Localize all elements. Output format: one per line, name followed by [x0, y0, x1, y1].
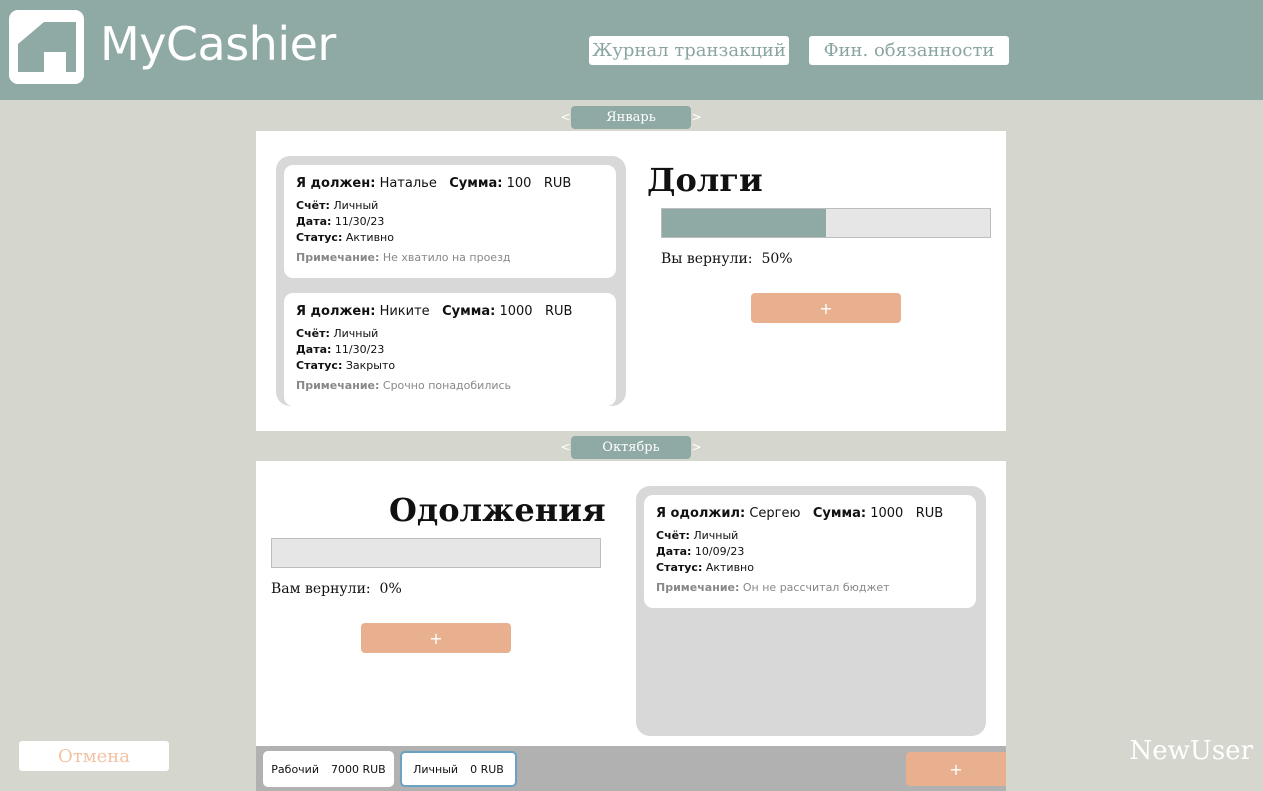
app-logo	[9, 10, 84, 84]
date-value: 11/30/23	[334, 215, 385, 228]
debt-currency: RUB	[543, 176, 572, 191]
account-balance: 0 RUB	[470, 762, 504, 776]
account-tab-personal[interactable]: Личный 0 RUB	[400, 751, 517, 787]
status-label: Статус:	[656, 561, 703, 574]
account-name: Личный	[413, 762, 459, 776]
account-value: Личный	[693, 529, 739, 542]
loans-progress-bar	[271, 538, 601, 568]
note-label: Примечание:	[656, 581, 740, 594]
status-value: Закрыто	[345, 359, 396, 372]
account-balance: 7000 RUB	[330, 762, 386, 776]
prev-month-arrow-icon[interactable]: <	[560, 440, 571, 454]
add-loan-button[interactable]: +	[361, 623, 511, 653]
account-label: Счёт:	[656, 529, 690, 542]
account-label: Счёт:	[296, 327, 330, 340]
debts-month-switcher: < Январь >	[560, 105, 702, 129]
accounts-bar: Рабочий 7000 RUB Личный 0 RUB	[256, 746, 1006, 791]
debts-progress-value: 50%	[761, 251, 793, 267]
debts-month-label: Январь	[571, 105, 691, 129]
nav-financial-obligations-button[interactable]: Фин. обязанности	[809, 36, 1009, 65]
add-account-button[interactable]: +	[906, 752, 1006, 786]
nav-transaction-log-button[interactable]: Журнал транзакций	[589, 36, 789, 65]
loan-card[interactable]: Я одолжил: Сергею Сумма: 1000 RUB Счёт: …	[644, 495, 976, 608]
account-name: Рабочий	[271, 762, 319, 776]
debts-progress-bar	[661, 208, 991, 238]
account-tab-work[interactable]: Рабочий 7000 RUB	[263, 751, 394, 787]
username-label: NewUser	[1129, 736, 1253, 766]
next-month-arrow-icon[interactable]: >	[691, 440, 702, 454]
debt-sum-label: Сумма:	[449, 176, 503, 191]
debt-card[interactable]: Я должен: Никите Сумма: 1000 RUB Счёт: Л…	[284, 293, 616, 406]
loan-direction-label: Я одолжил:	[656, 506, 746, 521]
loans-panel: Одолжения Вам вернули: 0% + Я одолжил: С…	[256, 461, 1006, 746]
date-label: Дата:	[296, 215, 332, 228]
debts-panel: Я должен: Наталье Сумма: 100 RUB Счёт: Л…	[256, 131, 1006, 431]
loan-amount: 1000	[870, 506, 904, 521]
account-value: Личный	[333, 199, 379, 212]
loan-currency: RUB	[915, 506, 944, 521]
account-value: Личный	[333, 327, 379, 340]
next-month-arrow-icon[interactable]: >	[691, 110, 702, 124]
loans-month-label: Октябрь	[571, 435, 691, 459]
debt-person: Наталье	[379, 176, 437, 191]
debt-amount: 100	[506, 176, 532, 191]
loans-month-switcher: < Октябрь >	[560, 435, 702, 459]
note-value: Срочно понадобились	[382, 379, 512, 392]
date-label: Дата:	[296, 343, 332, 356]
loans-title: Одолжения	[389, 491, 606, 529]
loans-card-list[interactable]: Я одолжил: Сергею Сумма: 1000 RUB Счёт: …	[636, 486, 986, 736]
debt-card[interactable]: Я должен: Наталье Сумма: 100 RUB Счёт: Л…	[284, 165, 616, 278]
note-label: Примечание:	[296, 251, 380, 264]
debt-direction-label: Я должен:	[296, 176, 376, 191]
loans-progress-text: Вам вернули: 0%	[271, 581, 402, 597]
debt-sum-label: Сумма:	[442, 304, 496, 319]
prev-month-arrow-icon[interactable]: <	[560, 110, 571, 124]
status-label: Статус:	[296, 359, 343, 372]
note-value: Не хватило на проезд	[382, 251, 511, 264]
loan-sum-label: Сумма:	[812, 506, 867, 521]
debts-title: Долги	[647, 161, 763, 199]
debt-direction-label: Я должен:	[296, 304, 376, 319]
debt-amount: 1000	[499, 304, 533, 319]
house-logo-icon	[18, 22, 76, 72]
debt-currency: RUB	[544, 304, 573, 319]
loans-progress-value: 0%	[379, 581, 402, 597]
debts-progress-fill	[662, 209, 826, 237]
app-header: MyCashier Журнал транзакций Фин. обязанн…	[0, 0, 1263, 100]
debts-progress-label: Вы вернули:	[661, 251, 753, 267]
status-value: Активно	[345, 231, 394, 244]
date-value: 10/09/23	[694, 545, 745, 558]
note-value: Он не рассчитал бюджет	[742, 581, 890, 594]
debt-person: Никите	[379, 304, 430, 319]
add-debt-button[interactable]: +	[751, 293, 901, 323]
loan-person: Сергею	[749, 506, 801, 521]
loans-progress-label: Вам вернули:	[271, 581, 371, 597]
cancel-button[interactable]: Отмена	[19, 741, 169, 771]
status-value: Активно	[705, 561, 754, 574]
account-label: Счёт:	[296, 199, 330, 212]
date-value: 11/30/23	[334, 343, 385, 356]
debts-card-list[interactable]: Я должен: Наталье Сумма: 100 RUB Счёт: Л…	[276, 156, 626, 406]
app-title: MyCashier	[100, 17, 336, 71]
debts-progress-text: Вы вернули: 50%	[661, 251, 793, 267]
status-label: Статус:	[296, 231, 343, 244]
date-label: Дата:	[656, 545, 692, 558]
note-label: Примечание:	[296, 379, 380, 392]
